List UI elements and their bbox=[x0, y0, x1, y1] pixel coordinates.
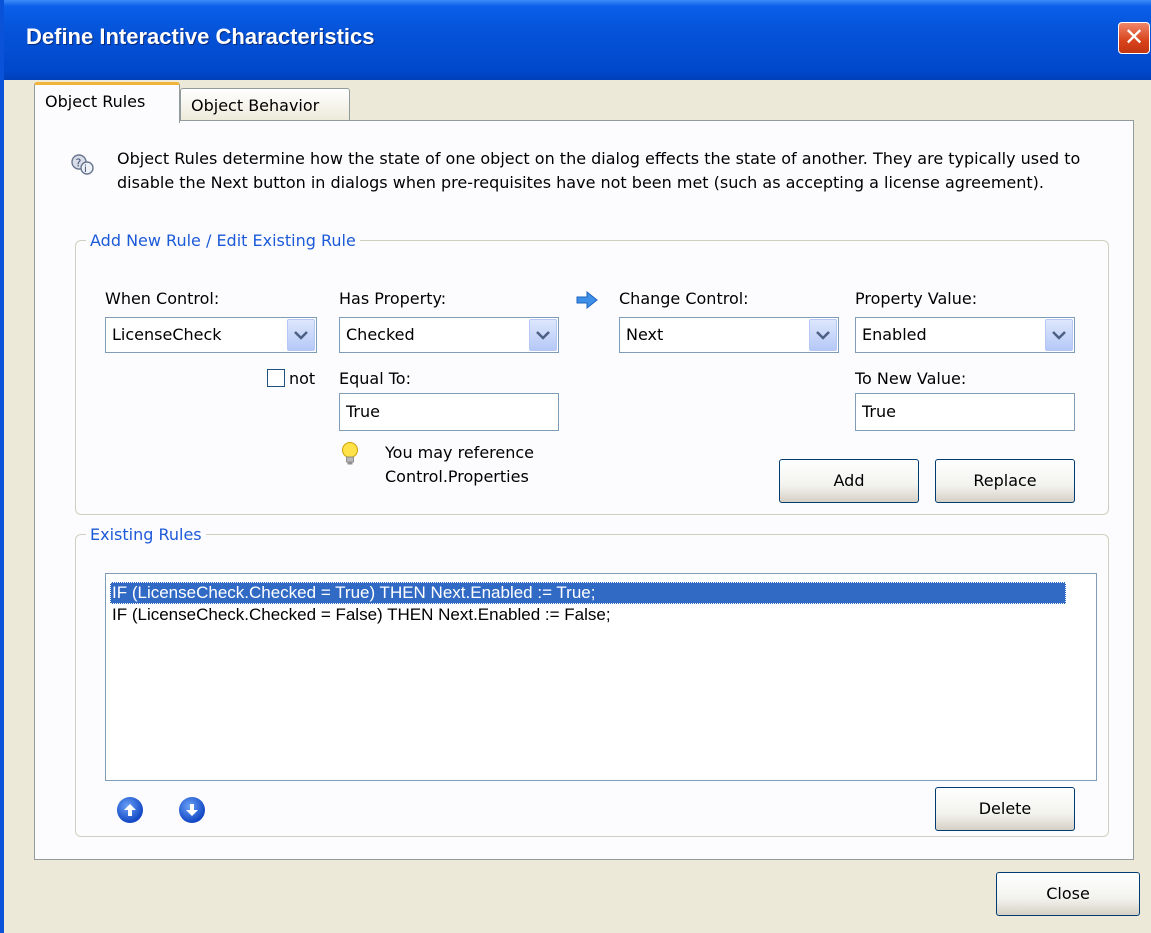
chevron-down-icon[interactable] bbox=[529, 319, 557, 351]
object-rules-panel: ? i Object Rules determine how the state… bbox=[34, 120, 1134, 860]
property-value-value: Enabled bbox=[862, 325, 927, 344]
change-control-dropdown[interactable]: Next bbox=[619, 317, 839, 353]
dialog-window: Define Interactive Characteristics ✕ Obj… bbox=[0, 0, 1151, 933]
info-question-icon: ? i bbox=[71, 154, 94, 175]
not-checkbox[interactable] bbox=[267, 369, 285, 387]
rule-list-item[interactable]: IF (LicenseCheck.Checked = False) THEN N… bbox=[110, 604, 613, 626]
delete-button[interactable]: Delete bbox=[935, 787, 1075, 831]
chevron-down-icon[interactable] bbox=[1045, 319, 1073, 351]
window-title: Define Interactive Characteristics bbox=[26, 24, 375, 49]
existing-rules-list[interactable]: IF (LicenseCheck.Checked = True) THEN Ne… bbox=[105, 573, 1097, 781]
existing-rules-legend: Existing Rules bbox=[90, 525, 202, 544]
move-down-button[interactable] bbox=[179, 797, 205, 823]
has-property-value: Checked bbox=[346, 325, 415, 344]
intro-description: Object Rules determine how the state of … bbox=[117, 149, 1081, 192]
dialog-client-area: Object Rules Object Behavior ? i Object … bbox=[8, 80, 1151, 933]
add-edit-rule-legend: Add New Rule / Edit Existing Rule bbox=[90, 231, 356, 250]
not-label: not bbox=[289, 369, 316, 388]
when-control-label: When Control: bbox=[105, 289, 220, 308]
add-button[interactable]: Add bbox=[779, 459, 919, 503]
to-new-value-input[interactable]: True bbox=[855, 393, 1075, 431]
arrow-down-icon bbox=[186, 804, 198, 816]
add-button-label: Add bbox=[833, 471, 865, 490]
property-value-label: Property Value: bbox=[855, 289, 978, 308]
replace-button-label: Replace bbox=[973, 471, 1037, 490]
equal-to-label: Equal To: bbox=[339, 369, 411, 388]
equal-to-value: True bbox=[346, 402, 380, 421]
lightbulb-icon bbox=[342, 442, 358, 465]
title-bar[interactable]: Define Interactive Characteristics ✕ bbox=[4, 0, 1151, 80]
chevron-down-icon[interactable] bbox=[287, 319, 315, 351]
close-button-label: Close bbox=[1046, 884, 1090, 903]
to-new-value-label: To New Value: bbox=[855, 369, 967, 388]
change-control-value: Next bbox=[626, 325, 664, 344]
has-property-label: Has Property: bbox=[339, 289, 447, 308]
hint-line-1: You may reference bbox=[385, 443, 535, 462]
tab-object-behavior[interactable]: Object Behavior bbox=[180, 88, 350, 122]
right-arrow-icon bbox=[576, 291, 598, 309]
svg-text:i: i bbox=[84, 164, 87, 175]
rule-list-item[interactable]: IF (LicenseCheck.Checked = True) THEN Ne… bbox=[110, 582, 1066, 604]
hint-line-2: Control.Properties bbox=[385, 467, 529, 486]
tab-object-rules-label: Object Rules bbox=[45, 92, 146, 111]
tab-object-behavior-label: Object Behavior bbox=[191, 96, 320, 115]
tab-object-rules[interactable]: Object Rules bbox=[34, 82, 180, 123]
replace-button[interactable]: Replace bbox=[935, 459, 1075, 503]
when-control-value: LicenseCheck bbox=[112, 325, 222, 344]
has-property-dropdown[interactable]: Checked bbox=[339, 317, 559, 353]
arrow-up-icon bbox=[124, 804, 136, 816]
equal-to-input[interactable]: True bbox=[339, 393, 559, 431]
window-close-button[interactable]: ✕ bbox=[1118, 22, 1150, 54]
move-up-button[interactable] bbox=[117, 797, 143, 823]
delete-button-label: Delete bbox=[978, 799, 1032, 818]
close-button[interactable]: Close bbox=[996, 872, 1140, 916]
to-new-value-value: True bbox=[862, 402, 896, 421]
chevron-down-icon[interactable] bbox=[809, 319, 837, 351]
change-control-label: Change Control: bbox=[619, 289, 749, 308]
when-control-dropdown[interactable]: LicenseCheck bbox=[105, 317, 317, 353]
property-value-dropdown[interactable]: Enabled bbox=[855, 317, 1075, 353]
